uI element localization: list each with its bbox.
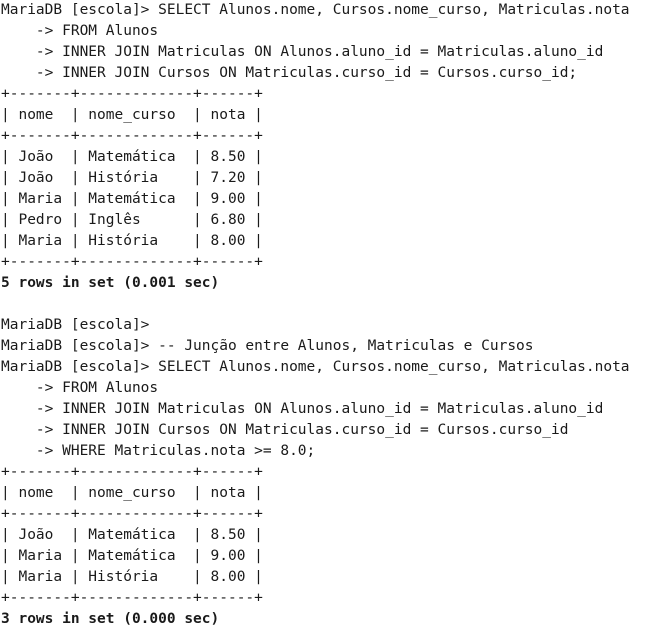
table-row: | Maria | Matemática | 9.00 | xyxy=(1,548,263,564)
table-row: | Maria | Matemática | 9.00 | xyxy=(1,191,263,207)
table-header-row: | nome | nome_curso | nota | xyxy=(1,485,263,501)
table-row: | Maria | História | 8.00 | xyxy=(1,569,263,585)
continuation-line: -> FROM Alunos xyxy=(1,23,159,39)
continuation-line: -> INNER JOIN Cursos ON Matriculas.curso… xyxy=(1,422,569,438)
terminal-output[interactable]: MariaDB [escola]> SELECT Alunos.nome, Cu… xyxy=(0,0,667,639)
table-row: | Pedro | Inglês | 6.80 | xyxy=(1,212,263,228)
result-summary: 5 rows in set (0.001 sec) xyxy=(1,275,220,291)
continuation-line: -> INNER JOIN Matriculas ON Alunos.aluno… xyxy=(1,401,604,417)
table-row: | João | Matemática | 8.50 | xyxy=(1,149,263,165)
table-border: +-------+-------------+------+ xyxy=(1,506,263,522)
prompt-line: MariaDB [escola]> SELECT Alunos.nome, Cu… xyxy=(1,2,630,18)
table-border: +-------+-------------+------+ xyxy=(1,86,263,102)
table-border: +-------+-------------+------+ xyxy=(1,590,263,606)
table-row: | João | História | 7.20 | xyxy=(1,170,263,186)
prompt-line: MariaDB [escola]> SELECT Alunos.nome, Cu… xyxy=(1,359,630,375)
table-border: +-------+-------------+------+ xyxy=(1,464,263,480)
continuation-line: -> FROM Alunos xyxy=(1,380,159,396)
continuation-line: -> WHERE Matriculas.nota >= 8.0; xyxy=(1,443,316,459)
table-header-row: | nome | nome_curso | nota | xyxy=(1,107,263,123)
result-summary: 3 rows in set (0.000 sec) xyxy=(1,611,220,627)
prompt-line: MariaDB [escola]> -- Junção entre Alunos… xyxy=(1,338,534,354)
continuation-line: -> INNER JOIN Cursos ON Matriculas.curso… xyxy=(1,65,578,81)
prompt-line: MariaDB [escola]> xyxy=(1,317,150,333)
table-border: +-------+-------------+------+ xyxy=(1,254,263,270)
continuation-line: -> INNER JOIN Matriculas ON Alunos.aluno… xyxy=(1,44,604,60)
table-row: | João | Matemática | 8.50 | xyxy=(1,527,263,543)
table-row: | Maria | História | 8.00 | xyxy=(1,233,263,249)
table-border: +-------+-------------+------+ xyxy=(1,128,263,144)
